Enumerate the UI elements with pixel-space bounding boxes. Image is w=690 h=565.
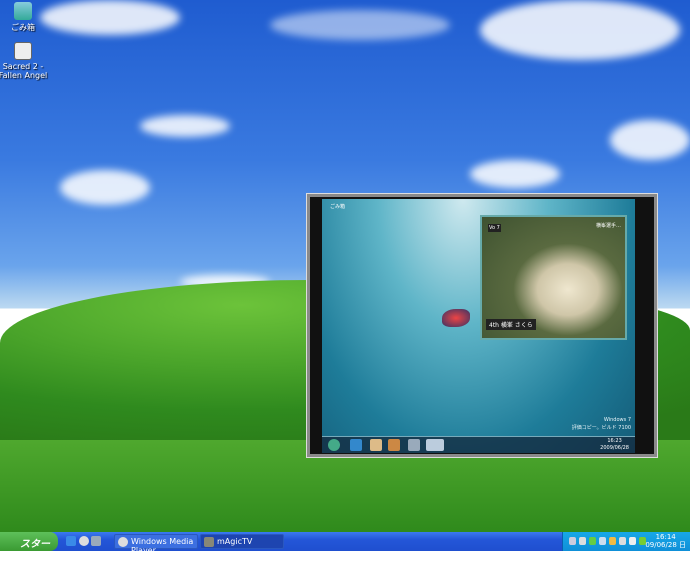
clock[interactable]: 16:14 09/06/28 日 bbox=[645, 533, 686, 549]
taskbar: スタート Windows Media Player mAgicTV 16:14 … bbox=[0, 532, 690, 565]
sacred2-icon bbox=[14, 42, 32, 60]
win7-date: 2009/06/28 bbox=[600, 445, 629, 451]
watermark-line2: 評価コピー。ビルド 7100 bbox=[571, 425, 631, 431]
desktop-icon-recycle-bin[interactable]: ごみ箱 bbox=[0, 2, 48, 33]
task-magictv[interactable]: mAgicTV bbox=[200, 534, 284, 549]
clock-date: 09/06/28 日 bbox=[645, 541, 686, 549]
tv-icon bbox=[204, 537, 214, 547]
task-label: mAgicTV bbox=[217, 537, 253, 546]
win7-taskbar: 16:23 2009/06/28 bbox=[322, 436, 635, 453]
ime-icon[interactable] bbox=[629, 537, 636, 545]
recycle-bin-icon bbox=[14, 2, 32, 20]
start-button[interactable]: スタート bbox=[0, 532, 58, 565]
start-label: スタート bbox=[20, 539, 50, 565]
tray-icon[interactable] bbox=[599, 537, 606, 545]
task-windows-media-player[interactable]: Windows Media Player bbox=[114, 534, 198, 555]
volume-icon[interactable] bbox=[619, 537, 626, 545]
task-label: Windows Media Player bbox=[131, 537, 194, 555]
clock-time: 16:14 bbox=[655, 533, 676, 541]
system-tray: 16:14 09/06/28 日 bbox=[562, 532, 690, 551]
desktop-icon-sacred2[interactable]: Sacred 2 - Fallen Angel bbox=[0, 42, 49, 80]
win7-start-orb-icon bbox=[328, 439, 340, 451]
app-icon bbox=[408, 439, 420, 451]
icon-label: Sacred 2 - Fallen Angel bbox=[0, 62, 48, 80]
tray-icon[interactable] bbox=[579, 537, 586, 545]
tray-icon[interactable] bbox=[609, 537, 616, 545]
ie-quicklaunch-icon[interactable] bbox=[66, 536, 76, 546]
tv-headline: 横峯選手… bbox=[595, 223, 621, 229]
wmp-quicklaunch-icon[interactable] bbox=[79, 536, 89, 546]
win7-recycle-bin: ごみ箱 bbox=[330, 204, 346, 210]
network-icon[interactable] bbox=[569, 537, 576, 545]
folder-icon bbox=[370, 439, 382, 451]
tray-icon[interactable] bbox=[589, 537, 596, 545]
media-player-icon bbox=[388, 439, 400, 451]
show-desktop-icon[interactable] bbox=[91, 536, 101, 546]
icon-label: ごみ箱 bbox=[11, 23, 35, 32]
watermark-line1: Windows 7 bbox=[603, 417, 631, 423]
win7-watermark: Windows 7 評価コピー。ビルド 7100 bbox=[572, 416, 631, 432]
ie-icon bbox=[350, 439, 362, 451]
channel-logo: Vo 7 bbox=[488, 224, 501, 232]
tv-caption: 4th 横峯 さくら bbox=[486, 319, 536, 330]
wmp-icon bbox=[118, 537, 128, 547]
win7-clock: 16:23 2009/06/28 bbox=[600, 438, 629, 452]
win7-time: 16:23 bbox=[607, 438, 622, 444]
betta-fish-image bbox=[442, 309, 470, 327]
tv-overlay[interactable]: Vo 7 横峯選手… 4th 横峯 さくら bbox=[480, 215, 627, 340]
active-app-icon bbox=[426, 439, 444, 451]
